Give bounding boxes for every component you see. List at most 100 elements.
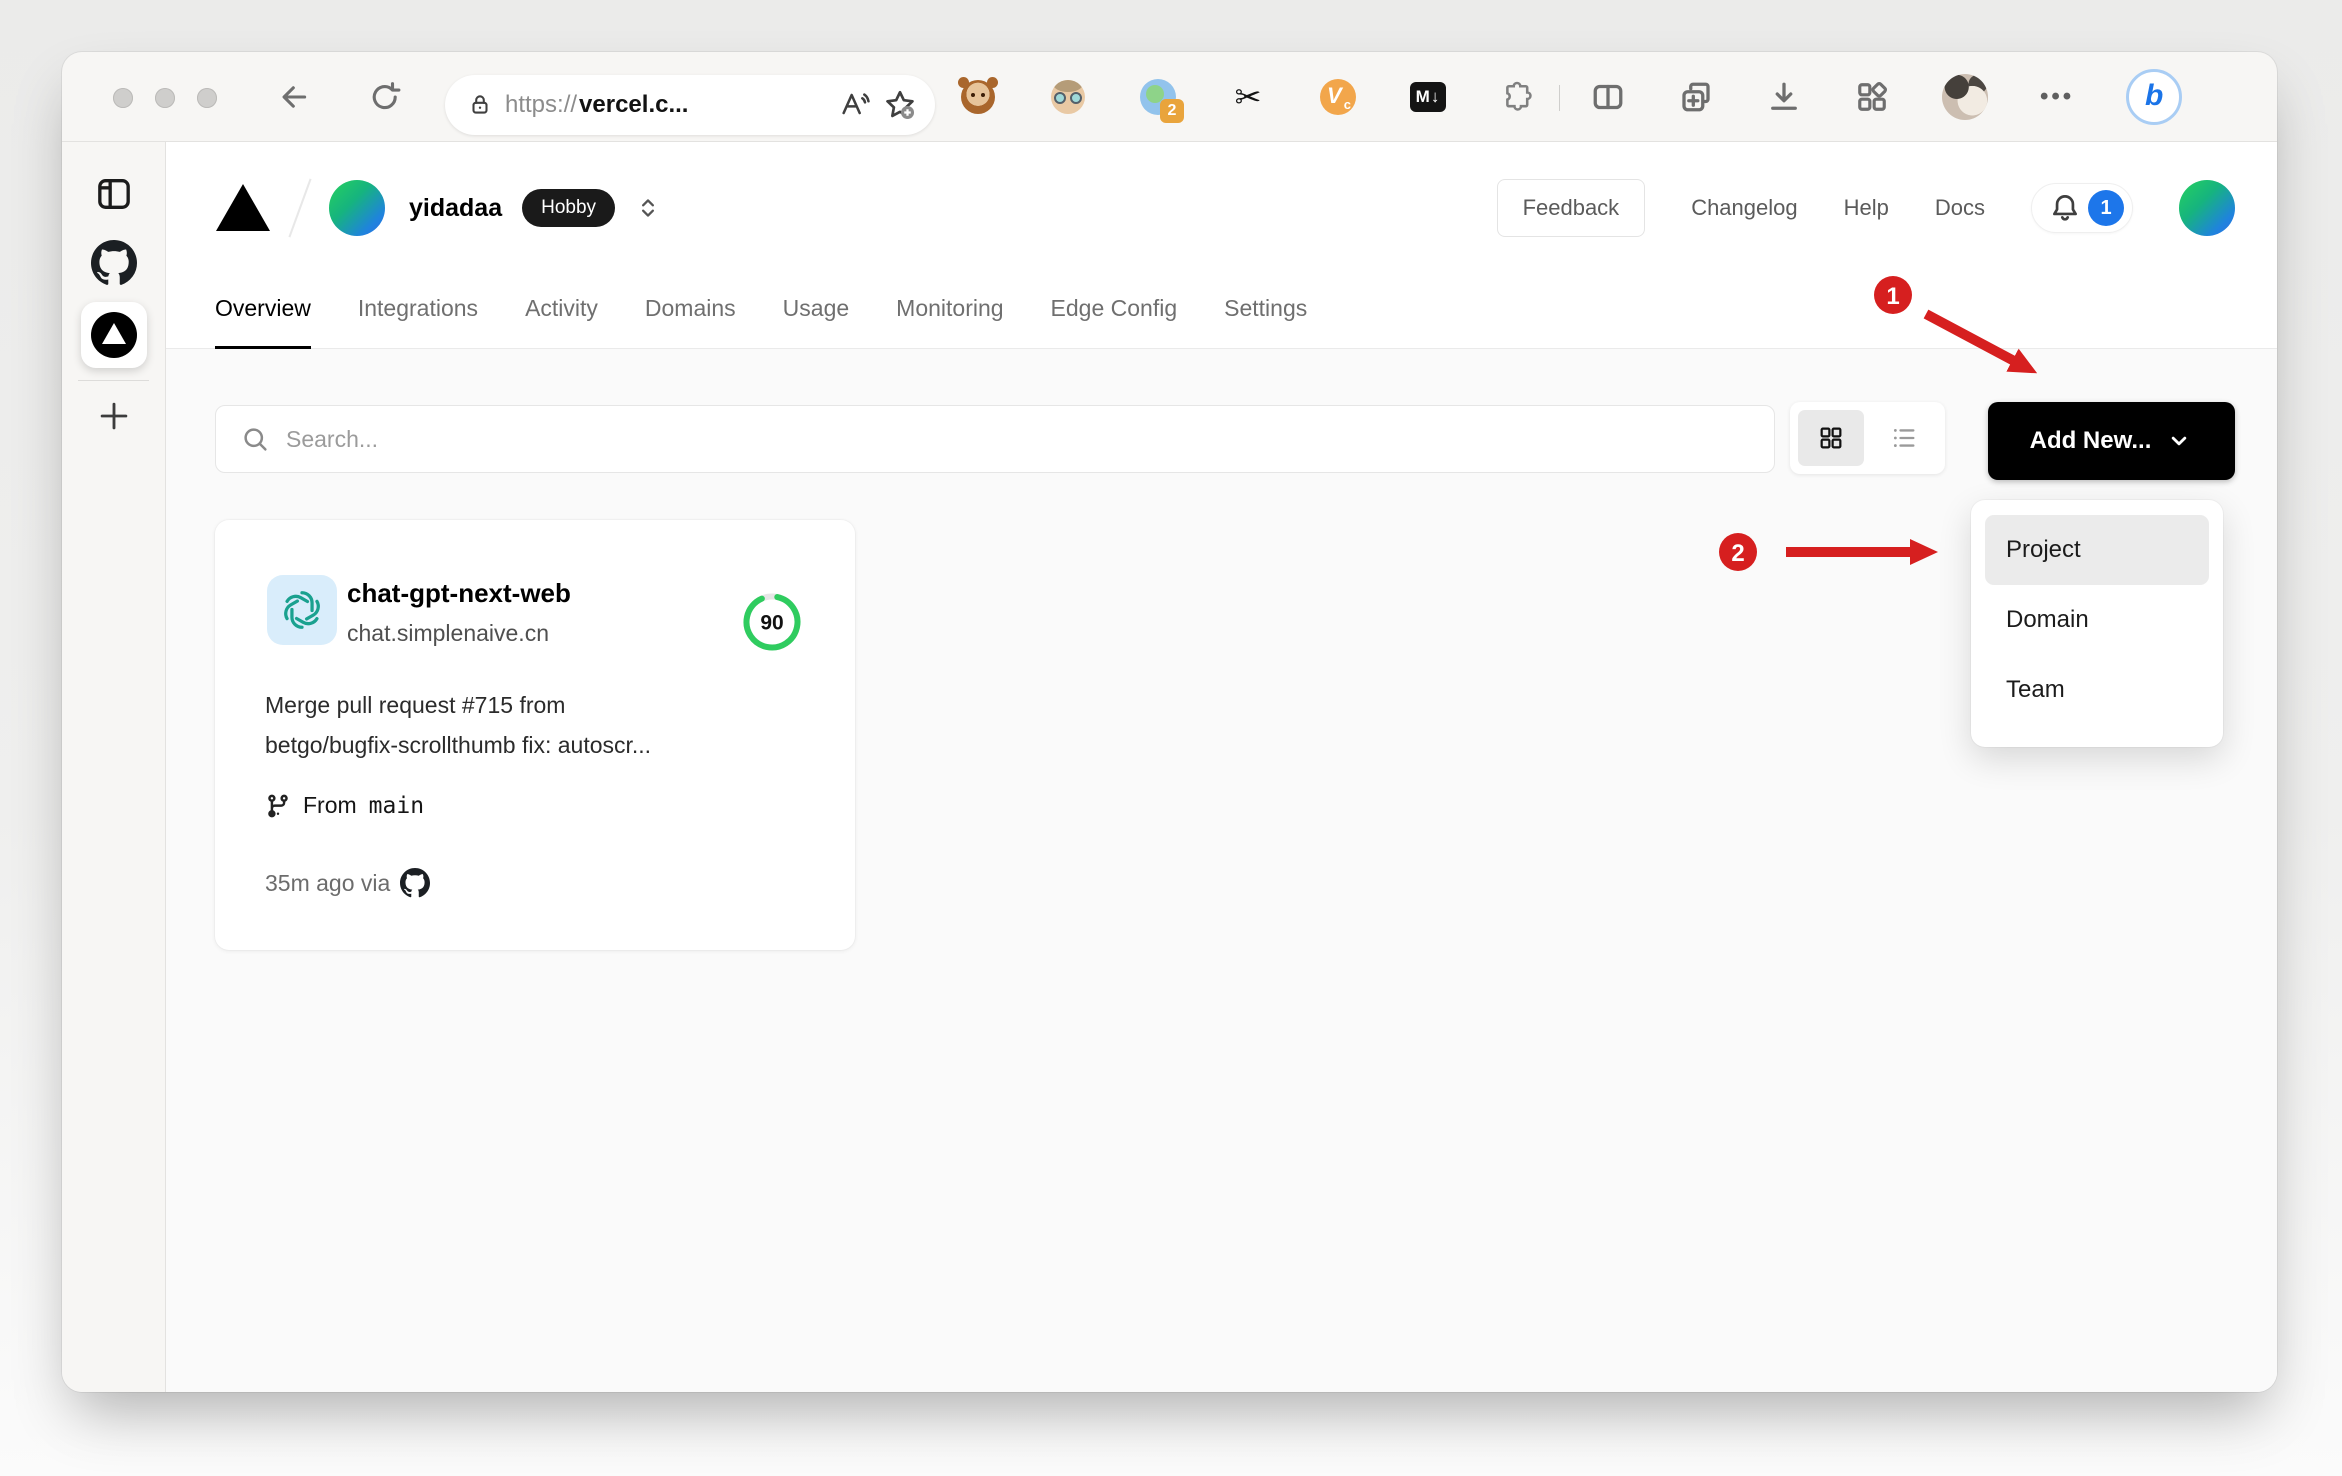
vercel-tab-bar: Overview Integrations Activity Domains U… (166, 274, 2277, 349)
tab-overview[interactable]: Overview (215, 295, 311, 349)
extension-badge: 2 (1160, 99, 1184, 123)
plan-badge: Hobby (522, 189, 616, 227)
new-tab-button[interactable] (95, 397, 133, 435)
sidebar-tab-vercel-active[interactable] (80, 302, 147, 368)
bing-chat-button[interactable]: b (2126, 69, 2183, 125)
project-avatar (267, 575, 337, 645)
notifications-button[interactable]: 1 (2031, 183, 2133, 233)
monkey-icon (958, 77, 998, 114)
add-new-label: Add New... (2029, 427, 2152, 454)
search-icon (244, 428, 267, 451)
address-bar[interactable]: https:// vercel.c... (445, 75, 935, 135)
toolbar-right-icons: ••• b (1590, 69, 2183, 125)
puzzle-icon (1506, 81, 1532, 111)
edge-sidebar (62, 142, 166, 1392)
score-ring: 90 (743, 593, 801, 651)
url-scheme: https:// (505, 91, 578, 118)
nav-link-help[interactable]: Help (1844, 195, 1889, 221)
notification-count-badge: 1 (2088, 190, 2124, 226)
tampermonkey-extension-icon[interactable] (958, 77, 998, 115)
browser-profile-avatar[interactable] (1942, 74, 1988, 120)
breadcrumb-slash (288, 178, 312, 238)
lock-icon (472, 95, 488, 114)
url-host: vercel.c... (579, 91, 689, 118)
team-avatar[interactable] (329, 180, 385, 236)
add-new-button[interactable]: Add New... (1988, 402, 2235, 480)
branch-row: From main (265, 792, 424, 819)
project-search[interactable] (215, 405, 1775, 473)
favorite-star-icon[interactable] (883, 88, 917, 122)
translate-extension-icon[interactable] (1050, 79, 1086, 115)
reload-icon (372, 82, 401, 110)
deployed-time: 35m ago via (265, 869, 391, 896)
nav-link-changelog[interactable]: Changelog (1691, 195, 1797, 221)
scissors-icon: ✂ (1234, 78, 1262, 116)
tab-usage[interactable]: Usage (783, 295, 849, 322)
traffic-lights[interactable] (113, 88, 217, 108)
add-new-dropdown: Project Domain Team (1971, 500, 2223, 747)
glasses-face-icon (1051, 80, 1085, 114)
tab-monitoring[interactable]: Monitoring (896, 295, 1003, 322)
github-icon (400, 868, 430, 898)
grid-view-button[interactable] (1798, 410, 1864, 466)
grid-icon (1820, 427, 1842, 449)
clipper-extension-icon[interactable]: ✂ (1230, 78, 1266, 116)
extensions-menu-button[interactable] (1500, 79, 1536, 115)
score-value: 90 (760, 612, 783, 635)
git-branch-icon (268, 794, 288, 817)
github-icon (91, 240, 137, 286)
split-screen-icon[interactable] (1590, 79, 1626, 115)
download-icon[interactable] (1766, 79, 1802, 115)
back-button[interactable] (276, 79, 312, 115)
browser-essentials-icon[interactable] (1854, 79, 1890, 115)
markdown-icon: M↓ (1410, 82, 1446, 112)
markdown-extension-icon[interactable]: M↓ (1410, 79, 1446, 115)
sidebar-tab-github[interactable] (91, 240, 137, 286)
collections-icon[interactable] (1678, 79, 1714, 115)
nav-link-docs[interactable]: Docs (1935, 195, 1985, 221)
more-menu-button[interactable]: ••• (2040, 83, 2074, 111)
bell-icon (2053, 195, 2077, 221)
panel-icon (97, 179, 130, 209)
minimize-window-icon[interactable] (155, 88, 175, 108)
menu-item-team[interactable]: Team (1985, 655, 2209, 725)
back-arrow-icon (282, 86, 307, 108)
bing-icon: b (2145, 79, 2164, 112)
reload-button[interactable] (367, 79, 403, 115)
tab-settings[interactable]: Settings (1224, 295, 1307, 322)
sidebar-panel-button[interactable] (94, 174, 134, 214)
project-card[interactable]: chat-gpt-next-web chat.simplenaive.cn 90… (215, 520, 855, 950)
user-avatar[interactable] (2179, 180, 2235, 236)
extension-row: 2 ✂ Vc M↓ (958, 77, 1536, 123)
feedback-button[interactable]: Feedback (1496, 179, 1646, 237)
tab-activity[interactable]: Activity (525, 295, 598, 322)
vercel-page: yidadaa Hobby Feedback Changelog Help Do… (166, 142, 2277, 1392)
vercel-logo-icon[interactable] (215, 183, 271, 233)
team-switcher-chevrons-icon[interactable] (635, 195, 661, 221)
tab-manager-extension-icon[interactable]: 2 (1140, 79, 1184, 123)
openai-logo-icon (284, 591, 320, 629)
close-window-icon[interactable] (113, 88, 133, 108)
overview-content: Add New... (166, 349, 2277, 1392)
vercel-tab-icon (90, 312, 137, 358)
deployment-meta: 35m ago via (265, 868, 430, 898)
list-view-button[interactable] (1871, 410, 1937, 466)
menu-item-project[interactable]: Project (1985, 515, 2209, 585)
tab-integrations[interactable]: Integrations (358, 295, 478, 322)
read-aloud-icon[interactable] (839, 89, 871, 121)
tab-edge-config[interactable]: Edge Config (1051, 295, 1178, 322)
sidebar-divider (78, 380, 149, 381)
list-icon (1893, 429, 1915, 447)
menu-item-domain[interactable]: Domain (1985, 585, 2209, 655)
zoom-window-icon[interactable] (197, 88, 217, 108)
search-input[interactable] (286, 425, 1750, 453)
tab-domains[interactable]: Domains (645, 295, 736, 322)
vc-extension-icon[interactable]: Vc (1320, 79, 1356, 115)
branch-name: main (368, 792, 425, 819)
browser-window: https:// vercel.c... 2 ✂ V c M↓ ••• b yi… (62, 52, 2277, 1392)
project-domain[interactable]: chat.simplenaive.cn (347, 620, 549, 647)
project-name[interactable]: chat-gpt-next-web (347, 578, 571, 609)
team-name[interactable]: yidadaa (409, 194, 502, 223)
browser-toolbar: https:// vercel.c... 2 ✂ V c M↓ ••• b (62, 52, 2277, 142)
toolbar-divider (1559, 85, 1560, 111)
